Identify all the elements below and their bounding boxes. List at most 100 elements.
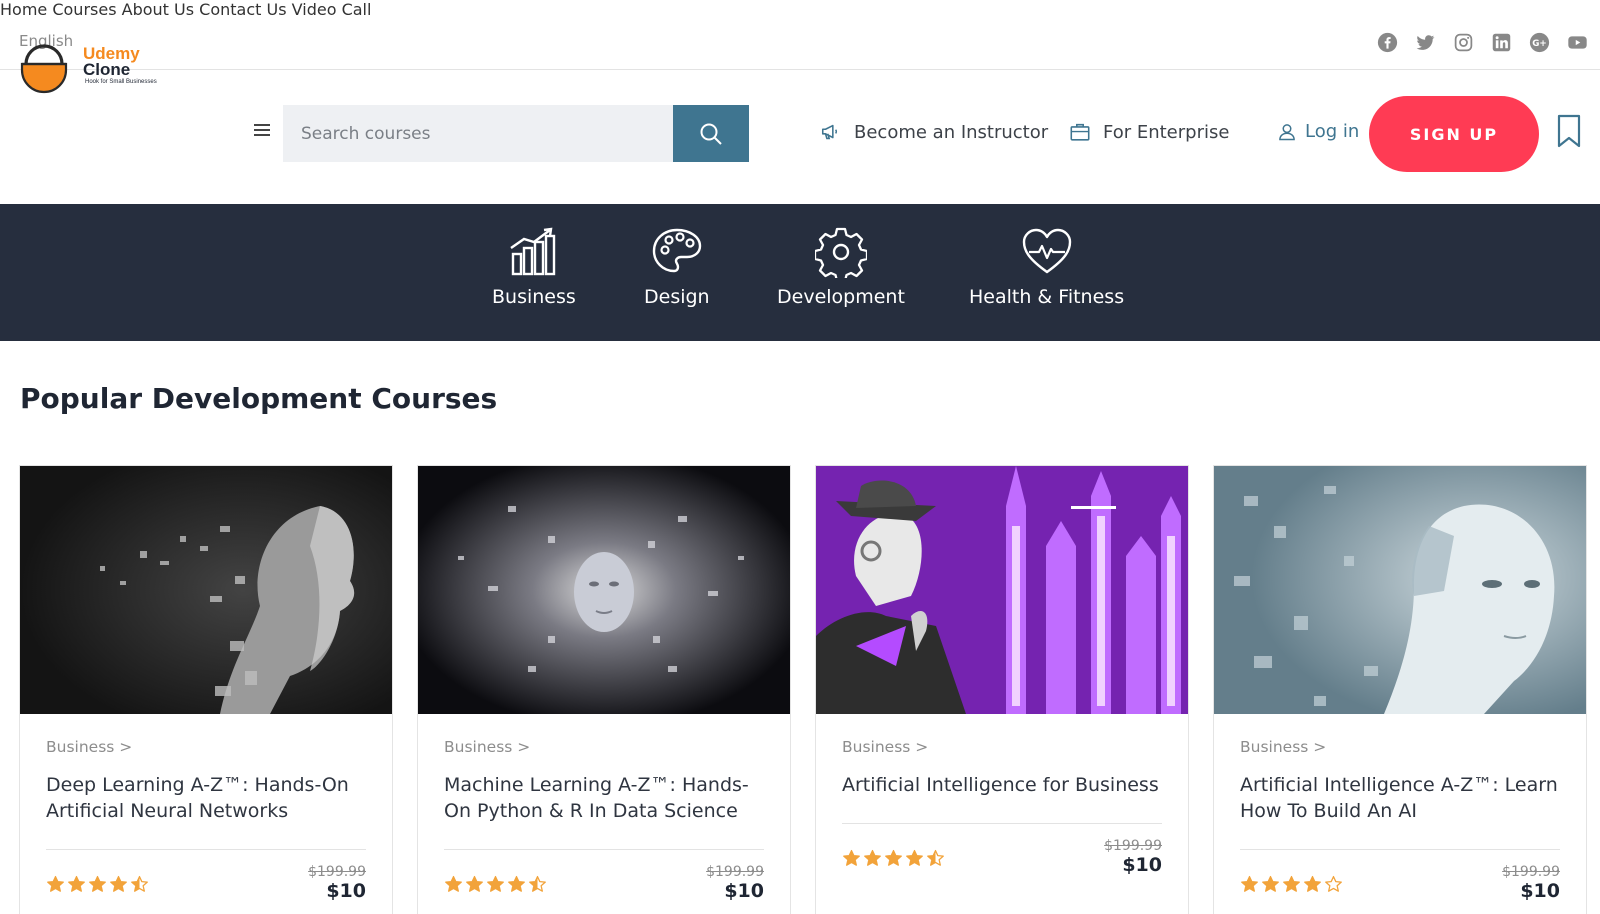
star-full-icon <box>466 875 483 892</box>
star-full-icon <box>487 875 504 892</box>
nav-video-call[interactable]: Video Call <box>292 0 372 19</box>
nav-home[interactable]: Home <box>0 0 47 19</box>
instagram-icon[interactable] <box>1453 32 1474 53</box>
star-full-icon <box>110 875 127 892</box>
star-full-icon <box>68 875 85 892</box>
course-thumbnail[interactable] <box>20 466 392 714</box>
course-title[interactable]: Machine Learning A-Z™: Hands-On Python &… <box>444 772 764 824</box>
course-card[interactable]: Business > Machine Learning A-Z™: Hands-… <box>417 465 791 914</box>
star-full-icon <box>906 849 923 866</box>
become-instructor-label: Become an Instructor <box>854 121 1049 143</box>
rating-stars <box>46 875 149 894</box>
become-instructor-link[interactable]: Become an Instructor <box>820 121 1048 143</box>
linkedin-icon[interactable] <box>1491 32 1512 53</box>
category-label: Development <box>777 286 905 308</box>
megaphone-icon <box>821 124 838 140</box>
star-full-icon <box>843 849 860 866</box>
twitter-icon[interactable] <box>1415 32 1436 53</box>
course-card[interactable]: Business > Deep Learning A-Z™: Hands-On … <box>19 465 393 914</box>
course-title[interactable]: Artificial Intelligence for Business <box>842 772 1162 798</box>
social-links: G+ <box>1377 32 1588 53</box>
star-half-icon <box>529 875 546 892</box>
star-half-icon <box>927 849 944 866</box>
category-label: Business <box>492 286 576 308</box>
original-price: $199.99 <box>1502 864 1560 880</box>
top-navigation: Home Courses About Us Contact Us Video C… <box>0 0 1600 19</box>
user-icon <box>1279 123 1295 140</box>
star-full-icon <box>1304 875 1321 892</box>
sale-price: $10 <box>1520 880 1560 902</box>
menu-icon[interactable] <box>254 123 270 137</box>
search-bar <box>283 105 749 162</box>
category-label: Design <box>644 286 710 308</box>
sale-price: $10 <box>1122 854 1162 876</box>
course-thumbnail[interactable] <box>418 466 790 714</box>
card-divider <box>1240 849 1560 850</box>
card-divider <box>46 849 366 850</box>
category-health-fitness[interactable]: Health & Fitness <box>969 226 1124 308</box>
original-price: $199.99 <box>308 864 366 880</box>
course-category[interactable]: Business > <box>444 738 530 756</box>
logo-tagline: Hook for Small Businesses <box>85 79 157 85</box>
signup-button[interactable]: SIGN UP <box>1369 96 1539 172</box>
login-link[interactable]: Log in <box>1277 121 1359 142</box>
briefcase-icon <box>1070 123 1090 141</box>
card-divider <box>842 823 1162 824</box>
category-business[interactable]: Business <box>492 226 576 308</box>
category-bar: Business Design Development Health & Fit… <box>0 204 1600 341</box>
search-input[interactable] <box>283 105 673 162</box>
nav-courses[interactable]: Courses <box>52 0 116 19</box>
section-title: Popular Development Courses <box>20 382 498 415</box>
rating-stars <box>842 849 945 868</box>
original-price: $199.99 <box>1104 838 1162 854</box>
nav-about-us[interactable]: About Us <box>122 0 194 19</box>
card-divider <box>444 849 764 850</box>
course-thumbnail[interactable] <box>1214 466 1586 714</box>
course-card[interactable]: Business > Artificial Intelligence A-Z™:… <box>1213 465 1587 914</box>
category-label: Health & Fitness <box>969 286 1125 308</box>
rating-stars <box>1240 875 1343 894</box>
star-empty-icon <box>1325 875 1342 892</box>
original-price: $199.99 <box>706 864 764 880</box>
logo-text-line2: Clone <box>83 60 131 79</box>
for-enterprise-link[interactable]: For Enterprise <box>1069 121 1229 143</box>
course-title[interactable]: Artificial Intelligence A-Z™: Learn How … <box>1240 772 1560 824</box>
svg-text:G+: G+ <box>1532 39 1547 49</box>
for-enterprise-label: For Enterprise <box>1103 121 1230 143</box>
star-full-icon <box>47 875 64 892</box>
bar-chart-icon <box>510 227 556 276</box>
bookmark-icon[interactable] <box>1557 114 1581 148</box>
gear-icon <box>814 227 867 278</box>
star-full-icon <box>508 875 525 892</box>
sale-price: $10 <box>724 880 764 902</box>
rating-stars <box>444 875 547 894</box>
star-full-icon <box>445 875 462 892</box>
sale-price: $10 <box>326 880 366 902</box>
category-development[interactable]: Development <box>777 226 905 308</box>
search-button[interactable] <box>673 105 749 162</box>
star-full-icon <box>885 849 902 866</box>
course-category[interactable]: Business > <box>1240 738 1326 756</box>
star-half-icon <box>131 875 148 892</box>
course-title[interactable]: Deep Learning A-Z™: Hands-On Artificial … <box>46 772 366 824</box>
star-full-icon <box>1283 875 1300 892</box>
youtube-icon[interactable] <box>1567 32 1588 53</box>
search-icon <box>700 123 722 145</box>
site-logo[interactable]: Udemy Clone Hook for Small Businesses <box>20 36 180 96</box>
star-full-icon <box>1241 875 1258 892</box>
star-full-icon <box>864 849 881 866</box>
google-plus-icon[interactable]: G+ <box>1529 32 1550 53</box>
category-design[interactable]: Design <box>644 226 710 308</box>
heartbeat-icon <box>1022 228 1071 274</box>
course-thumbnail[interactable] <box>816 466 1188 714</box>
top-bar: English Home Courses About Us Contact Us… <box>0 0 1600 70</box>
login-label: Log in <box>1305 121 1360 142</box>
star-full-icon <box>1262 875 1279 892</box>
facebook-icon[interactable] <box>1377 32 1398 53</box>
course-card[interactable]: Business > Artificial Intelligence for B… <box>815 465 1189 914</box>
main-header <box>0 70 1600 204</box>
nav-contact-us[interactable]: Contact Us <box>199 0 286 19</box>
course-category[interactable]: Business > <box>46 738 132 756</box>
star-full-icon <box>89 875 106 892</box>
course-category[interactable]: Business > <box>842 738 928 756</box>
